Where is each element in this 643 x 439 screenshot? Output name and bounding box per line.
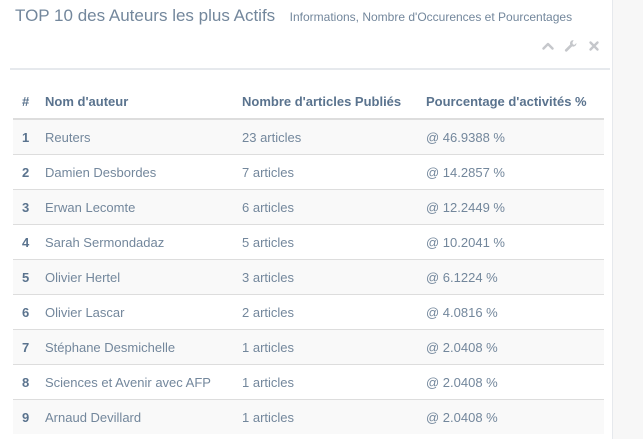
row-rank: 1: [13, 118, 36, 155]
column-header-percent: Pourcentage d'activités %: [417, 84, 604, 120]
row-articles: 1 articles: [233, 364, 417, 400]
chevron-up-icon-glyph: [542, 42, 554, 50]
row-articles: 1 articles: [233, 329, 417, 365]
row-rank: 9: [13, 399, 36, 434]
row-rank: 3: [13, 189, 36, 225]
row-rank: 2: [13, 154, 36, 190]
header-divider: [10, 68, 610, 70]
page-gutter: [612, 0, 643, 439]
table-header-row: # Nom d'auteur Nombre d'articles Publiés…: [13, 84, 604, 120]
row-articles: 3 articles: [233, 259, 417, 295]
table-row: 8 Sciences et Avenir avec AFP 1 articles…: [13, 364, 604, 400]
row-percent: @ 2.0408 %: [417, 364, 604, 400]
panel-subtitle: Informations, Nombre d'Occurences et Pou…: [289, 10, 573, 24]
row-percent: @ 12.2449 %: [417, 189, 604, 225]
row-articles: 1 articles: [233, 399, 417, 434]
row-articles: 6 articles: [233, 189, 417, 225]
row-articles: 2 articles: [233, 294, 417, 330]
row-author: Sarah Sermondadaz: [36, 224, 233, 260]
row-author: Reuters: [36, 118, 233, 155]
row-rank: 7: [13, 329, 36, 365]
row-percent: @ 10.2041 %: [417, 224, 604, 260]
table-row: 6 Olivier Lascar 2 articles @ 4.0816 %: [13, 294, 604, 330]
row-author: Erwan Lecomte: [36, 189, 233, 225]
table-row: 3 Erwan Lecomte 6 articles @ 12.2449 %: [13, 189, 604, 225]
column-header-author: Nom d'auteur: [36, 84, 233, 120]
row-percent: @ 2.0408 %: [417, 399, 604, 434]
row-author: Damien Desbordes: [36, 154, 233, 190]
panel-toolbox: [540, 38, 602, 54]
row-rank: 8: [13, 364, 36, 400]
table-row: 7 Stéphane Desmichelle 1 articles @ 2.04…: [13, 329, 604, 365]
row-author: Sciences et Avenir avec AFP: [36, 364, 233, 400]
wrench-icon[interactable]: [563, 38, 579, 54]
row-percent: @ 14.2857 %: [417, 154, 604, 190]
authors-table: # Nom d'auteur Nombre d'articles Publiés…: [13, 84, 604, 434]
close-icon-glyph: [589, 41, 599, 51]
row-author: Olivier Lascar: [36, 294, 233, 330]
row-rank: 4: [13, 224, 36, 260]
row-author: Olivier Hertel: [36, 259, 233, 295]
panel-title: TOP 10 des Auteurs les plus Actifs: [15, 6, 276, 25]
column-header-articles: Nombre d'articles Publiés: [233, 84, 417, 120]
wrench-icon-glyph: [564, 40, 577, 52]
chevron-up-icon[interactable]: [540, 38, 556, 54]
row-percent: @ 46.9388 %: [417, 118, 604, 155]
row-rank: 5: [13, 259, 36, 295]
row-author: Stéphane Desmichelle: [36, 329, 233, 365]
row-articles: 23 articles: [233, 118, 417, 155]
panel-header: TOP 10 des Auteurs les plus Actifs Infor…: [15, 6, 572, 26]
close-icon[interactable]: [586, 38, 602, 54]
row-percent: @ 6.1224 %: [417, 259, 604, 295]
column-header-rank: #: [13, 84, 36, 120]
row-author: Arnaud Devillard: [36, 399, 233, 434]
table-row: 5 Olivier Hertel 3 articles @ 6.1224 %: [13, 259, 604, 295]
table-row: 4 Sarah Sermondadaz 5 articles @ 10.2041…: [13, 224, 604, 260]
row-articles: 5 articles: [233, 224, 417, 260]
row-articles: 7 articles: [233, 154, 417, 190]
table-row: 1 Reuters 23 articles @ 46.9388 %: [13, 118, 604, 155]
table-row: 9 Arnaud Devillard 1 articles @ 2.0408 %: [13, 399, 604, 434]
row-percent: @ 4.0816 %: [417, 294, 604, 330]
row-percent: @ 2.0408 %: [417, 329, 604, 365]
row-rank: 6: [13, 294, 36, 330]
top-authors-panel: TOP 10 des Auteurs les plus Actifs Infor…: [10, 0, 610, 439]
table-row: 2 Damien Desbordes 7 articles @ 14.2857 …: [13, 154, 604, 190]
